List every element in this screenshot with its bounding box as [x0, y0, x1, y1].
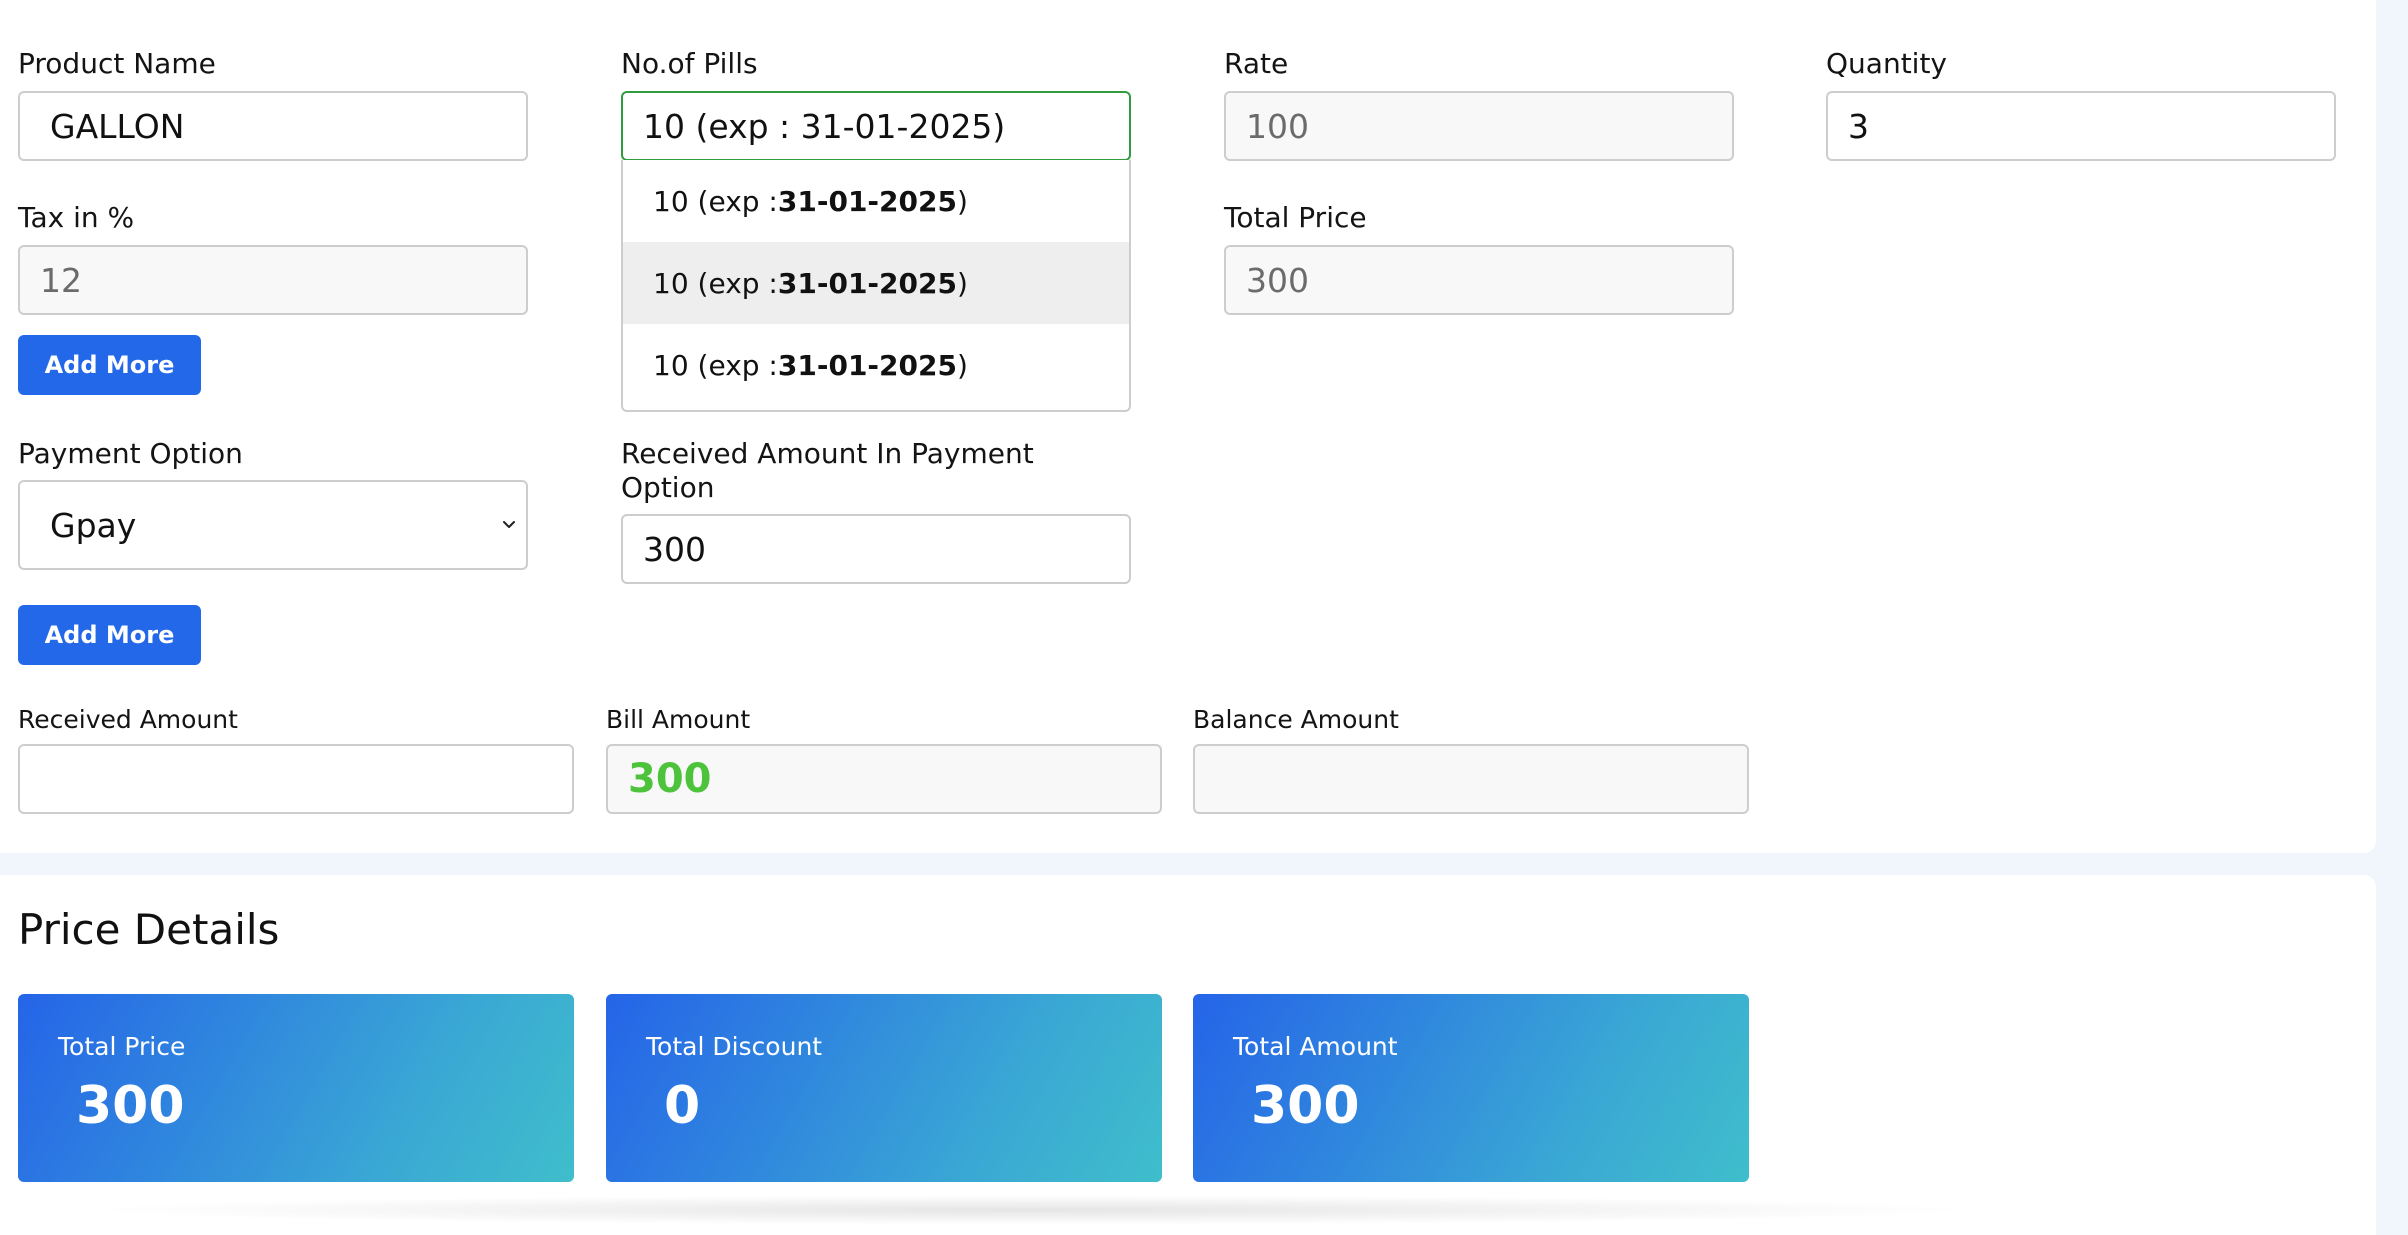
stat-value: 0 [664, 1076, 701, 1136]
pills-option-highlighted[interactable]: 10 (exp : 31-01-2025) [623, 242, 1129, 324]
add-more-product-button[interactable]: Add More [18, 335, 201, 395]
quantity-input[interactable]: 3 [1826, 91, 2336, 161]
stat-label: Total Discount [646, 1032, 823, 1061]
rate-label: Rate [1224, 47, 1289, 80]
product-name-input[interactable]: GALLON [18, 91, 528, 161]
option-count: 10 (exp : [653, 266, 778, 300]
pills-dropdown-list: 10 (exp : 31-01-2025) 10 (exp : 31-01-20… [621, 160, 1131, 412]
pills-option[interactable]: 10 (exp : 31-01-2025) [623, 324, 1129, 406]
received-in-payment-label: Received Amount In Payment Option [621, 437, 1034, 504]
balance-amount-input[interactable] [1193, 744, 1749, 814]
stat-label: Total Amount [1233, 1032, 1398, 1061]
bill-amount-input[interactable]: 300 [606, 744, 1162, 814]
bottom-shadow [80, 1195, 1980, 1225]
price-details-title: Price Details [18, 905, 280, 954]
stat-label: Total Price [58, 1032, 186, 1061]
total-amount-stat-card: Total Amount 300 [1193, 994, 1749, 1182]
tax-label: Tax in % [18, 201, 135, 234]
option-close: ) [956, 348, 968, 382]
tax-input[interactable]: 12 [18, 245, 528, 315]
chevron-down-icon [503, 521, 515, 528]
pills-label: No.of Pills [621, 47, 758, 80]
option-date: 31-01-2025 [777, 266, 957, 300]
stat-value: 300 [76, 1076, 185, 1136]
bill-amount-label: Bill Amount [606, 705, 751, 734]
total-price-stat-card: Total Price 300 [18, 994, 574, 1182]
option-count: 10 (exp : [653, 348, 778, 382]
received-amount-input[interactable] [18, 744, 574, 814]
price-details-card: Price Details Total Price 300 Total Disc… [0, 875, 2376, 1235]
payment-option-select[interactable]: Gpay [18, 480, 528, 570]
total-discount-stat-card: Total Discount 0 [606, 994, 1162, 1182]
option-close: ) [956, 266, 968, 300]
billing-form-card: Product Name GALLON No.of Pills 10 (exp … [0, 0, 2376, 853]
payment-option-value: Gpay [50, 505, 137, 545]
stat-value: 300 [1251, 1076, 1360, 1136]
rate-input[interactable]: 100 [1224, 91, 1734, 161]
product-name-label: Product Name [18, 47, 216, 80]
received-in-payment-input[interactable]: 300 [621, 514, 1131, 584]
option-date: 31-01-2025 [777, 348, 957, 382]
payment-option-label: Payment Option [18, 437, 243, 470]
balance-amount-label: Balance Amount [1193, 705, 1399, 734]
pills-select-input[interactable]: 10 (exp : 31-01-2025) [621, 91, 1131, 161]
option-close: ) [956, 184, 968, 218]
received-amount-label: Received Amount [18, 705, 238, 734]
pills-option[interactable]: 10 (exp : 31-01-2025) [623, 160, 1129, 242]
option-count: 10 (exp : [653, 184, 778, 218]
total-price-input[interactable]: 300 [1224, 245, 1734, 315]
total-price-label: Total Price [1224, 201, 1367, 234]
quantity-label: Quantity [1826, 47, 1947, 80]
add-more-payment-button[interactable]: Add More [18, 605, 201, 665]
option-date: 31-01-2025 [777, 184, 957, 218]
